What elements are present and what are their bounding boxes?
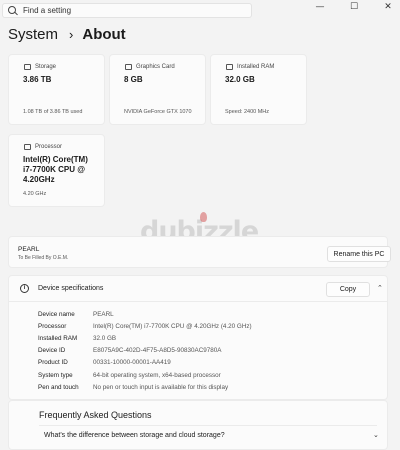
spec-row: Installed RAM 32.0 GB <box>38 332 252 344</box>
processor-card[interactable]: Processor Intel(R) Core(TM) i7-7700K CPU… <box>8 134 105 207</box>
device-specifications-card: i Device specifications Copy ⌃ Device na… <box>8 275 388 400</box>
processor-value: Intel(R) Core(TM) i7-7700K CPU @ 4.20GHz <box>23 155 88 184</box>
spec-row: System type 64-bit operating system, x64… <box>38 369 252 381</box>
storage-icon <box>24 64 31 70</box>
storage-label: Storage <box>35 64 57 70</box>
chevron-up-icon[interactable]: ⌃ <box>377 284 383 292</box>
storage-value: 3.86 TB <box>23 75 52 84</box>
faq-question-storage[interactable]: What's the difference between storage an… <box>44 432 225 439</box>
spec-value: Intel(R) Core(TM) i7-7700K CPU @ 4.20GHz… <box>93 322 252 330</box>
spec-label: Device ID <box>38 347 66 355</box>
storage-card[interactable]: Storage 3.86 TB 1.08 TB of 3.86 TB used <box>8 54 105 125</box>
spec-value: E8075A9C-402D-4F75-A8D5-90830AC9780A <box>93 347 222 355</box>
pc-model: To Be Filled By O.E.M. <box>18 255 69 261</box>
spec-value: 32.0 GB <box>93 334 117 342</box>
window-controls: — ☐ ✕ <box>314 2 394 12</box>
installed-ram-label: Installed RAM <box>237 64 275 70</box>
graphics-card-value: 8 GB <box>124 75 143 84</box>
ram-speed: Speed: 2400 MHz <box>225 109 270 115</box>
spec-label: Pen and touch <box>38 383 79 391</box>
breadcrumb: System › About <box>8 26 126 43</box>
chevron-down-icon[interactable]: ⌄ <box>373 431 379 439</box>
copy-button[interactable]: Copy <box>326 282 370 297</box>
spec-label: Installed RAM <box>38 334 78 342</box>
device-name-card: PEARL To Be Filled By O.E.M. Rename this… <box>8 236 391 268</box>
page-title: About <box>82 26 126 43</box>
installed-ram-card[interactable]: Installed RAM 32.0 GB Speed: 2400 MHz <box>210 54 307 125</box>
search-box[interactable] <box>2 3 252 18</box>
graphics-card-model: NVIDIA GeForce GTX 1070 <box>124 109 192 115</box>
spec-label: Product ID <box>38 359 68 367</box>
device-specifications-header[interactable]: i Device specifications Copy ⌃ <box>9 276 387 302</box>
spec-value: No pen or touch input is available for t… <box>93 383 229 391</box>
processor-speed: 4.20 GHz <box>23 191 47 197</box>
spec-value: PEARL <box>93 310 114 318</box>
title-bar: — ☐ ✕ <box>0 0 400 20</box>
graphics-card-label: Graphics Card <box>136 64 175 70</box>
pc-name: PEARL <box>18 246 40 253</box>
breadcrumb-chevron-icon: › <box>69 27 74 42</box>
spec-row: Product ID 00331-10000-00001-AA419 <box>38 357 252 369</box>
faq-divider <box>39 425 377 426</box>
spec-row: Device name PEARL <box>38 308 252 320</box>
spec-row: Pen and touch No pen or touch input is a… <box>38 381 252 393</box>
spec-row: Processor Intel(R) Core(TM) i7-7700K CPU… <box>38 320 252 332</box>
close-button[interactable]: ✕ <box>382 2 394 12</box>
breadcrumb-system-link[interactable]: System <box>8 26 58 43</box>
graphics-card-card[interactable]: Graphics Card 8 GB NVIDIA GeForce GTX 10… <box>109 54 206 125</box>
info-icon: i <box>20 284 29 293</box>
minimize-button[interactable]: — <box>314 2 326 12</box>
spec-label: System type <box>38 371 73 379</box>
spec-value: 00331-10000-00001-AA419 <box>93 359 171 367</box>
graphics-card-icon <box>125 64 132 70</box>
faq-title: Frequently Asked Questions <box>39 410 152 420</box>
spec-label: Device name <box>38 310 75 318</box>
search-input[interactable] <box>23 6 243 15</box>
spec-value: 64-bit operating system, x64-based proce… <box>93 371 221 379</box>
storage-usage: 1.08 TB of 3.86 TB used <box>23 109 83 115</box>
search-icon <box>6 4 20 17</box>
maximize-button[interactable]: ☐ <box>348 2 360 12</box>
device-specifications-title: Device specifications <box>38 285 104 292</box>
spec-row: Device ID E8075A9C-402D-4F75-A8D5-90830A… <box>38 345 252 357</box>
faq-card: Frequently Asked Questions What's the di… <box>8 400 388 450</box>
spec-list: Device name PEARL Processor Intel(R) Cor… <box>38 308 252 393</box>
installed-ram-value: 32.0 GB <box>225 75 255 84</box>
processor-label: Processor <box>35 144 63 150</box>
ram-icon <box>226 64 233 70</box>
processor-icon <box>24 144 31 150</box>
spec-label: Processor <box>38 322 67 330</box>
rename-pc-button[interactable]: Rename this PC <box>327 246 391 262</box>
watermark-flame-icon <box>200 212 207 222</box>
